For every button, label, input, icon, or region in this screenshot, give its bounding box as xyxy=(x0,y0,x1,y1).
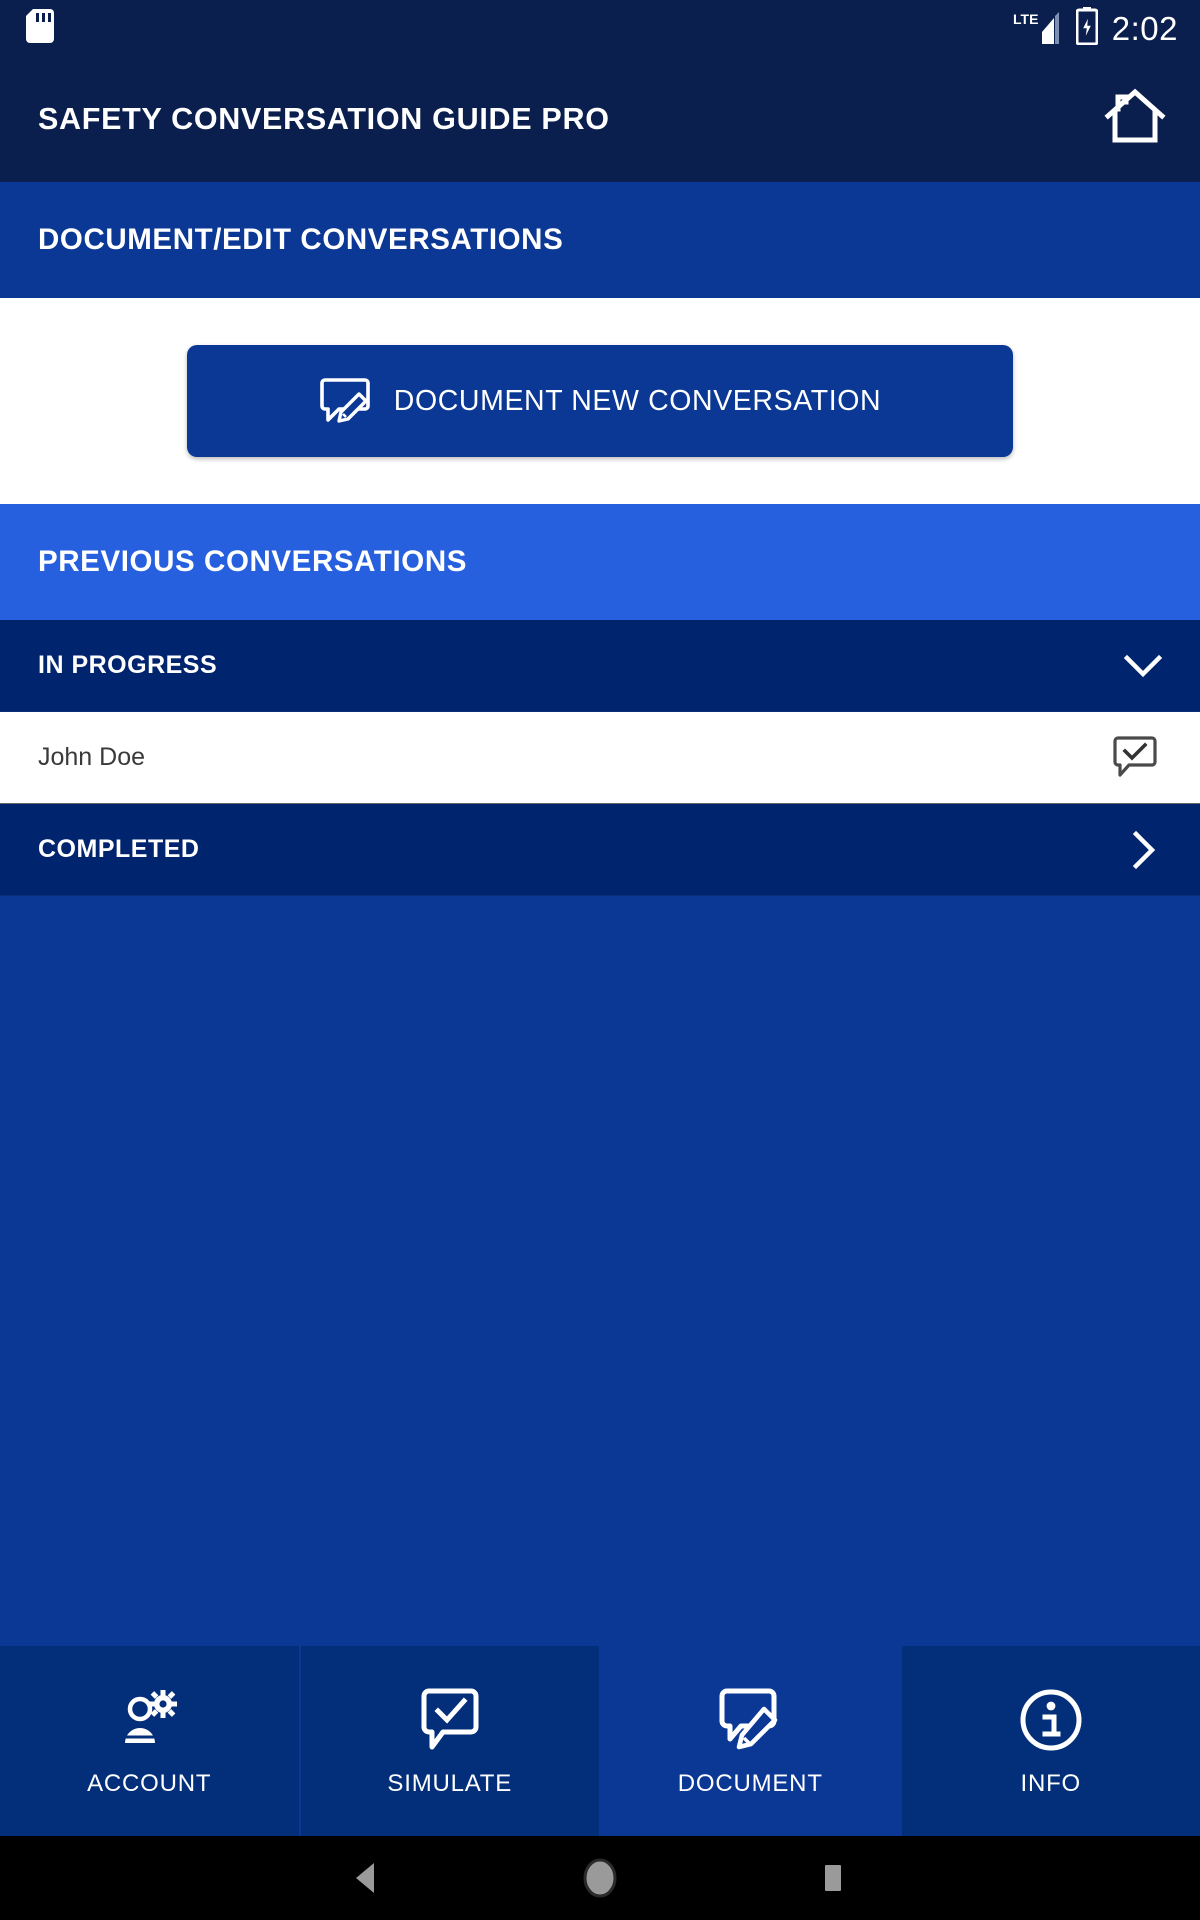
sd-card-icon xyxy=(26,8,54,48)
conversation-row-john-doe[interactable]: John Doe xyxy=(0,712,1200,804)
group-header-completed-label: COMPLETED xyxy=(38,835,200,863)
home-button[interactable] xyxy=(1098,82,1172,156)
status-bar-left xyxy=(26,8,54,48)
previous-conversations-banner: PREVIOUS CONVERSATIONS xyxy=(0,504,1200,620)
document-new-conversation-label: DOCUMENT NEW CONVERSATION xyxy=(393,384,882,417)
section-header-label: DOCUMENT/EDIT CONVERSATIONS xyxy=(38,223,564,256)
document-new-conversation-button[interactable]: DOCUMENT NEW CONVERSATION xyxy=(187,345,1013,457)
chevron-down-icon[interactable] xyxy=(1118,641,1168,691)
back-triangle-icon[interactable] xyxy=(334,1845,400,1911)
previous-conversations-label: PREVIOUS CONVERSATIONS xyxy=(38,545,467,578)
comment-check-icon xyxy=(414,1684,486,1756)
system-navigation-bar xyxy=(0,1836,1200,1920)
person-gear-icon xyxy=(113,1684,185,1756)
tab-account[interactable]: ACCOUNT xyxy=(0,1646,301,1836)
content-empty-area xyxy=(0,896,1200,1646)
group-header-in-progress[interactable]: IN PROGRESS xyxy=(0,620,1200,712)
comment-check-icon[interactable] xyxy=(1108,731,1162,785)
signal-bars-icon: LTE xyxy=(1012,10,1062,46)
bottom-tab-bar: ACCOUNT SIMULATE DOCUMENT INFO xyxy=(0,1646,1200,1836)
tab-simulate[interactable]: SIMULATE xyxy=(300,1646,601,1836)
tab-document-label: DOCUMENT xyxy=(677,1770,823,1797)
recents-square-icon[interactable] xyxy=(800,1845,866,1911)
tab-account-label: ACCOUNT xyxy=(87,1770,212,1797)
section-header-document-edit: DOCUMENT/EDIT CONVERSATIONS xyxy=(0,182,1200,298)
page-title: SAFETY CONVERSATION GUIDE PRO xyxy=(38,101,610,136)
group-header-in-progress-label: IN PROGRESS xyxy=(38,651,218,679)
tab-simulate-label: SIMULATE xyxy=(387,1770,513,1797)
tab-info-label: INFO xyxy=(1020,1770,1082,1797)
comment-edit-icon xyxy=(714,1684,786,1756)
tab-info[interactable]: INFO xyxy=(901,1646,1200,1836)
group-header-completed[interactable]: COMPLETED xyxy=(0,804,1200,896)
chevron-right-icon[interactable] xyxy=(1118,825,1168,875)
comment-edit-icon xyxy=(319,374,371,429)
status-bar: LTE 2:02 xyxy=(0,0,1200,56)
status-bar-right: LTE 2:02 xyxy=(1012,6,1178,50)
home-icon xyxy=(1104,88,1166,151)
info-circle-icon xyxy=(1015,1684,1087,1756)
app-bar: SAFETY CONVERSATION GUIDE PRO xyxy=(0,56,1200,182)
tab-document[interactable]: DOCUMENT xyxy=(601,1646,902,1836)
home-circle-icon[interactable] xyxy=(567,1845,633,1911)
status-bar-clock: 2:02 xyxy=(1111,9,1178,47)
app-root: LTE 2:02 SAFETY CONVERSATION GUIDE PRO D… xyxy=(0,0,1200,1920)
battery-charging-icon xyxy=(1075,6,1099,50)
action-area: DOCUMENT NEW CONVERSATION xyxy=(0,298,1200,504)
conversation-name: John Doe xyxy=(38,743,146,771)
network-type-label: LTE xyxy=(1013,11,1038,27)
